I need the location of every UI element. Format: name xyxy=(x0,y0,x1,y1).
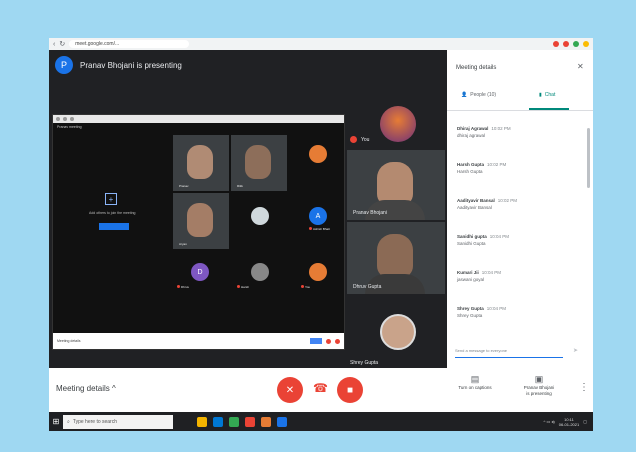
chat-message: Harsh Gupta 10:02 PM Harsh Gupta xyxy=(457,162,507,174)
search-icon: ⌕ xyxy=(67,418,70,425)
phone-hangup-icon[interactable]: ☎ xyxy=(313,381,328,395)
you-label-row: You xyxy=(350,136,369,143)
screen: ‹ ↻ meet.google.com/... P Pranav Bhojani… xyxy=(49,38,593,431)
you-label: You xyxy=(361,136,370,143)
shared-control-bar: Meeting details xyxy=(53,333,344,349)
shared-present-button xyxy=(310,338,322,344)
shared-browser-bar xyxy=(53,115,344,123)
tray-icons[interactable]: ^ ▭ ◂) xyxy=(544,419,555,424)
tab-dot-icon xyxy=(56,117,60,121)
taskbar-app-icon[interactable] xyxy=(261,416,271,427)
chat-message-input[interactable]: Send a message to everyone xyxy=(455,348,563,358)
chat-icon: ▮ xyxy=(539,92,542,98)
taskbar-app-icon[interactable] xyxy=(277,416,287,427)
shared-meeting-title: Pranav meeting xyxy=(57,125,82,129)
shared-participant-tile: Pranav xyxy=(173,135,229,191)
chat-message: Aadityavir Bansal 10:02 PM Aadityavir Ban… xyxy=(457,198,518,210)
shared-meeting-details-label: Meeting details xyxy=(57,339,81,343)
tab-dot-icon xyxy=(70,117,74,121)
notification-icon[interactable]: ▢ xyxy=(583,419,587,424)
more-options-icon[interactable]: ⋮ xyxy=(579,382,589,393)
add-others-button xyxy=(99,223,129,230)
extension-icon[interactable] xyxy=(583,41,589,47)
taskbar-app-icon[interactable] xyxy=(245,416,255,427)
tab-people[interactable]: 👤 People (10) xyxy=(461,92,496,98)
mic-off-icon[interactable]: ✕ xyxy=(277,377,303,403)
meeting-details-panel: Meeting details ✕ 👤 People (10) ▮ Chat D… xyxy=(447,50,593,368)
windows-start-icon[interactable]: ⊞ xyxy=(49,412,63,431)
chat-scrollbar[interactable] xyxy=(587,128,590,188)
participant-name: Pranav Bhojani xyxy=(353,210,387,216)
send-icon[interactable]: ➤ xyxy=(573,347,578,354)
participant-avatar xyxy=(380,106,416,142)
meeting-control-bar: Meeting details ^ ✕ ☎ ■ ▤ Turn on captio… xyxy=(49,368,593,412)
tab-dot-icon xyxy=(63,117,67,121)
windows-taskbar: ⊞ ⌕ Type here to search ^ ▭ ◂) 10:11 06-… xyxy=(49,412,593,431)
shared-avatar xyxy=(251,207,269,225)
chat-message: Dhiraj Agrawal 10:02 PM dhiraj agrawal xyxy=(457,126,511,138)
presenting-button[interactable]: ▣ Pranav Bhojani is presenting xyxy=(514,374,564,397)
shared-avatar-label: Harsh xyxy=(237,285,249,289)
self-name: Shrey Gupta xyxy=(350,360,379,366)
system-tray: ^ ▭ ◂) 10:11 06-01-2021 ▢ xyxy=(544,417,593,427)
taskbar-search[interactable]: ⌕ Type here to search xyxy=(63,414,173,429)
divider xyxy=(447,110,593,111)
extension-icon[interactable] xyxy=(563,41,569,47)
add-people-icon: + xyxy=(105,193,117,205)
reload-icon[interactable]: ↻ xyxy=(59,40,65,48)
shared-avatar-label: Dhruv xyxy=(177,285,189,289)
taskbar-apps xyxy=(197,416,287,427)
present-screen-icon: ▣ xyxy=(534,374,544,384)
shared-screen: Pranav meeting + Add others to join the … xyxy=(52,114,345,350)
chat-message: Sanidhi gupta 10:04 PM Sanidhi Gupta xyxy=(457,234,510,246)
presenting-text: Pranav Bhojani is presenting xyxy=(80,60,182,70)
url-field[interactable]: meet.google.com/... xyxy=(69,40,190,48)
add-others-text: Add others to join the meeting xyxy=(89,211,136,215)
shared-avatar xyxy=(251,263,269,281)
shared-participant-tile: Ritik xyxy=(231,135,287,191)
tab-chat[interactable]: ▮ Chat xyxy=(539,92,555,98)
self-video-thumbnail xyxy=(380,314,416,350)
presenter-avatar: P xyxy=(55,56,73,74)
browser-address-bar: ‹ ↻ meet.google.com/... xyxy=(49,38,593,50)
extension-icon[interactable] xyxy=(553,41,559,47)
taskbar-app-icon[interactable] xyxy=(213,416,223,427)
shared-avatar xyxy=(309,263,327,281)
shared-avatar-label: Ashish Bhatt xyxy=(309,227,330,231)
taskbar-app-icon[interactable] xyxy=(229,416,239,427)
shared-avatar: D xyxy=(191,263,209,281)
shared-avatar xyxy=(309,145,327,163)
chat-message: Shrey Gupta 10:04 PM Shrey Gupta xyxy=(457,306,507,318)
shared-participant-tile: Aryan xyxy=(173,193,229,249)
chat-message: Kumari Jii 10:04 PM jaswani goyal xyxy=(457,270,502,282)
captions-button[interactable]: ▤ Turn on captions xyxy=(450,374,500,391)
shared-avatar: A xyxy=(309,207,327,225)
shared-control-icon xyxy=(335,338,340,344)
participant-tile[interactable]: Pranav Bhojani xyxy=(347,150,445,220)
shared-control-icon xyxy=(326,338,331,344)
clock-date: 06-01-2021 xyxy=(558,421,580,427)
presenting-banner: P Pranav Bhojani is presenting xyxy=(49,50,447,80)
mic-muted-icon xyxy=(350,136,357,143)
back-icon[interactable]: ‹ xyxy=(53,41,55,48)
meeting-details-button[interactable]: Meeting details ^ xyxy=(56,384,116,393)
close-icon[interactable]: ✕ xyxy=(577,62,584,71)
participant-name: Dhruv Gupta xyxy=(353,284,382,290)
meeting-view: P Pranav Bhojani is presenting Pranav me… xyxy=(49,50,447,368)
camera-off-icon[interactable]: ■ xyxy=(337,377,363,403)
captions-icon: ▤ xyxy=(470,374,480,384)
panel-title: Meeting details xyxy=(456,65,497,71)
participant-tile[interactable]: Dhruv Gupta xyxy=(347,222,445,294)
taskbar-app-icon[interactable] xyxy=(197,416,207,427)
extension-icon[interactable] xyxy=(573,41,579,47)
shared-avatar-label: You xyxy=(301,285,310,289)
people-icon: 👤 xyxy=(461,92,468,98)
